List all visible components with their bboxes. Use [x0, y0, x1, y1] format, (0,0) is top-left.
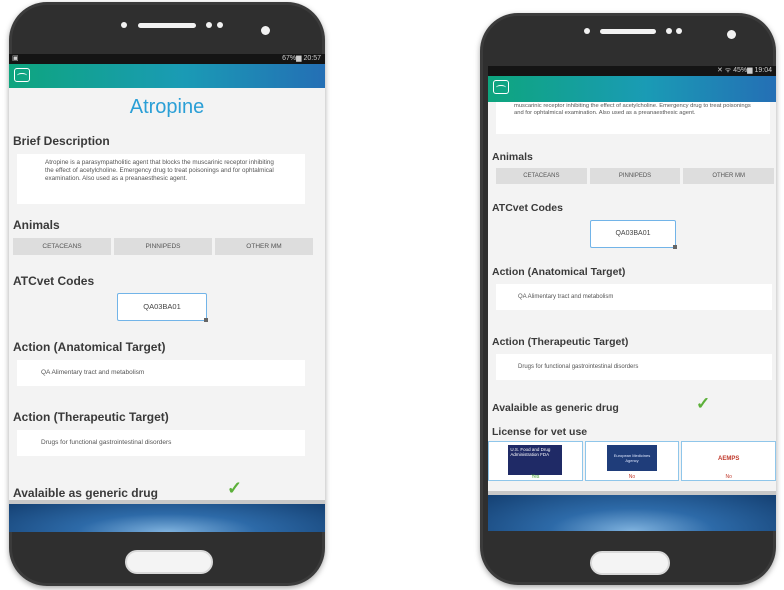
action-therapeutic-title: Action (Therapeutic Target): [492, 336, 629, 348]
action-therapeutic-title: Action (Therapeutic Target): [13, 410, 169, 424]
tab-pinnipeds[interactable]: PINNIPEDS: [114, 238, 212, 255]
drug-detail-content: Atropine Brief Description Atropine is a…: [9, 88, 325, 532]
app-header-bar: [9, 64, 325, 88]
bottom-nav-bar: [488, 491, 776, 531]
earpiece: [600, 29, 656, 34]
ema-status: No: [628, 474, 636, 480]
sensor-dot: [666, 28, 672, 34]
right-screen: ✕ ᯤ 45%▆ 19:04 muscarinic receptor inhib…: [488, 66, 776, 531]
animals-tabs: CETACEANS PINNIPEDS OTHER MM: [496, 168, 775, 184]
brief-description-text: muscarinic receptor inhibiting the effec…: [496, 102, 770, 134]
atcvet-title: ATCvet Codes: [492, 202, 563, 214]
status-right: 67%▆ 20:57: [282, 55, 321, 62]
animals-title: Animals: [492, 151, 533, 163]
tab-other-mm[interactable]: OTHER MM: [683, 168, 775, 184]
brief-description-title: Brief Description: [13, 134, 110, 148]
check-icon: ✓: [227, 478, 243, 498]
aemps-status: No: [725, 474, 732, 480]
license-title: License for vet use: [492, 426, 588, 438]
license-ema[interactable]: European Medicines Agency No: [584, 441, 680, 481]
aemps-logo-text: AEMPS: [718, 456, 740, 462]
left-screen: ▣ 67%▆ 20:57 Atropine Brief Description …: [9, 54, 325, 532]
action-anatomical-title: Action (Anatomical Target): [492, 266, 626, 278]
check-icon: ✓: [696, 394, 711, 413]
brief-description-text: Atropine is a parasympatholitic agent th…: [17, 154, 305, 204]
aemps-logo: AEMPS: [709, 452, 749, 466]
tab-cetaceans[interactable]: CETACEANS: [496, 168, 587, 184]
license-fda[interactable]: U.S. Food and Drug Administration FDA Ye…: [488, 441, 583, 481]
animals-tabs: CETACEANS PINNIPEDS OTHER MM: [13, 238, 313, 255]
fda-status: Yes: [531, 474, 540, 480]
atcvet-code-field[interactable]: QA03BA01: [117, 293, 208, 322]
left-phone-frame: ▣ 67%▆ 20:57 Atropine Brief Description …: [9, 2, 325, 586]
status-right: ✕ ᯤ 45%▆ 19:04: [716, 67, 772, 74]
atcvet-title: ATCvet Codes: [13, 274, 95, 288]
action-therapeutic-text: Drugs for functional gastrointestinal di…: [17, 430, 305, 456]
ema-logo-text: European Medicines Agency: [613, 453, 651, 463]
right-phone-frame: ✕ ᯤ 45%▆ 19:04 muscarinic receptor inhib…: [480, 13, 776, 585]
bottom-nav-bar: [9, 500, 325, 532]
notification-icon: ▣: [12, 55, 19, 62]
action-anatomical-text: QA Alimentary tract and metabolism: [17, 360, 305, 386]
atcvet-code-field[interactable]: QA03BA01: [590, 220, 677, 249]
status-bar: ▣ 67%▆ 20:57: [9, 54, 325, 64]
earpiece: [138, 23, 196, 28]
generic-drug-title: Avalaible as generic drug: [492, 402, 619, 414]
license-aemps[interactable]: AEMPS No: [681, 441, 776, 481]
sensor-dot: [676, 28, 682, 34]
fda-logo-text: U.S. Food and Drug Administration FDA: [510, 447, 551, 457]
sensor-dot: [206, 22, 212, 28]
tab-other-mm[interactable]: OTHER MM: [215, 238, 313, 255]
app-logo-icon[interactable]: [14, 68, 30, 82]
home-button[interactable]: [590, 551, 670, 575]
front-camera: [727, 30, 736, 39]
license-logos: U.S. Food and Drug Administration FDA Ye…: [488, 441, 776, 481]
action-therapeutic-text: Drugs for functional gastrointestinal di…: [496, 354, 772, 380]
animals-title: Animals: [13, 218, 60, 232]
drug-detail-content: muscarinic receptor inhibiting the effec…: [488, 102, 776, 531]
front-camera: [261, 26, 270, 35]
app-header-bar: [488, 76, 776, 102]
ema-logo: European Medicines Agency: [607, 445, 657, 471]
drug-title: Atropine: [129, 96, 205, 118]
sensor-dot: [217, 22, 223, 28]
sensor-dot: [584, 28, 590, 34]
sensor-dot: [121, 22, 127, 28]
generic-drug-title: Avalaible as generic drug: [13, 486, 158, 500]
status-bar: ✕ ᯤ 45%▆ 19:04: [488, 66, 776, 76]
tab-cetaceans[interactable]: CETACEANS: [13, 238, 111, 255]
action-anatomical-text: QA Alimentary tract and metabolism: [496, 284, 772, 310]
tab-pinnipeds[interactable]: PINNIPEDS: [589, 168, 681, 184]
fda-logo: U.S. Food and Drug Administration FDA: [508, 445, 563, 475]
action-anatomical-title: Action (Anatomical Target): [13, 340, 166, 354]
app-logo-icon[interactable]: [493, 80, 509, 94]
home-button[interactable]: [125, 550, 213, 574]
